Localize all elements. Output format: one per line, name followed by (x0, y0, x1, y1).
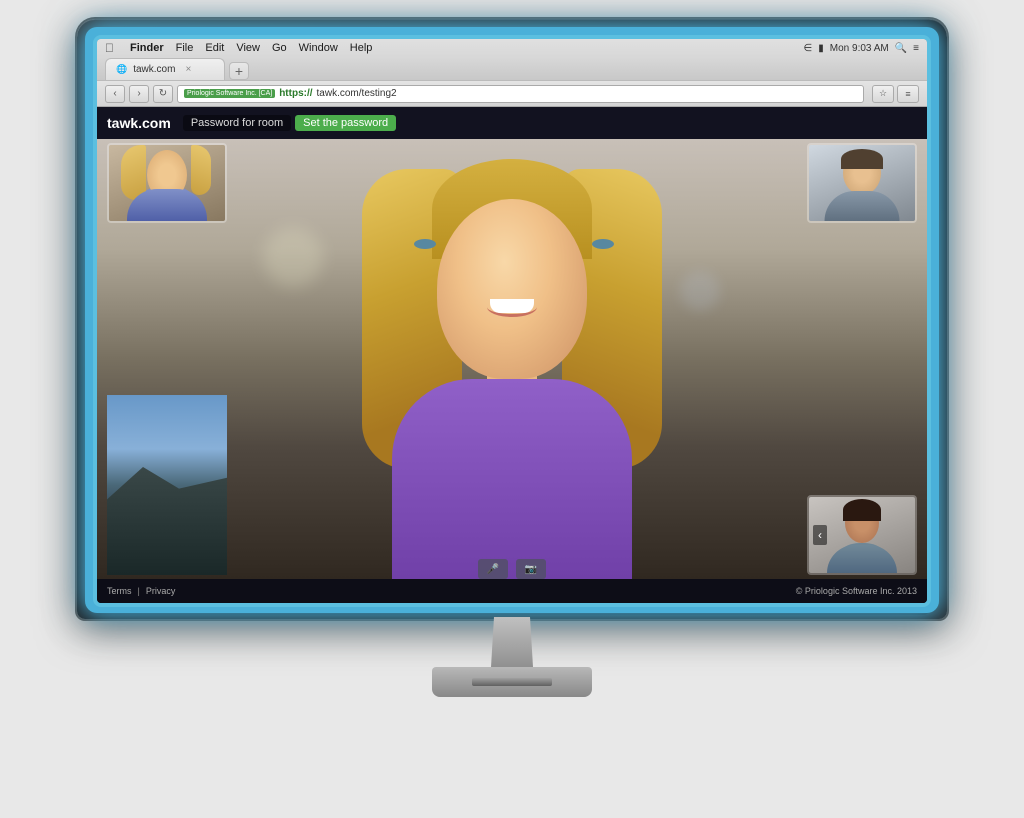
participant-2-video (809, 145, 915, 221)
footer-pipe: | (138, 586, 140, 596)
file-menu[interactable]: File (176, 42, 194, 54)
refresh-button[interactable]: ↻ (153, 85, 173, 103)
tab-favicon: 🌐 (116, 64, 127, 75)
apple-logo-icon:  (105, 41, 114, 55)
address-url: tawk.com/testing2 (317, 88, 397, 99)
tab-close-button[interactable]: × (185, 64, 191, 75)
thumbnail-top-right (807, 143, 917, 223)
wifi-icon: ∈ (804, 43, 813, 54)
face (437, 199, 587, 379)
ssl-badge: Priologic Software Inc. [CA] (184, 89, 275, 98)
menu-bar:  Finder File Edit View Go Window Help ∈… (97, 39, 927, 57)
finder-menu[interactable]: Finder (130, 42, 164, 54)
monitor-stand (452, 617, 572, 697)
terms-link[interactable]: Terms (107, 586, 132, 596)
thumbnail-bottom-right: ‹ (807, 495, 917, 575)
main-person-figure (342, 149, 682, 579)
help-menu[interactable]: Help (350, 42, 373, 54)
extensions-button[interactable]: ≡ (897, 85, 919, 103)
back-button[interactable]: ‹ (105, 85, 125, 103)
bokeh-1 (263, 227, 323, 287)
stand-base (432, 667, 592, 697)
menu-icon[interactable]: ≡ (913, 43, 919, 54)
password-label: Password for room (183, 115, 291, 131)
speaker-dot (501, 609, 503, 611)
copyright-text: © Priologic Software Inc. 2013 (796, 586, 917, 596)
view-menu[interactable]: View (236, 42, 260, 54)
forward-button[interactable]: › (129, 85, 149, 103)
screen-container:  Finder File Edit View Go Window Help ∈… (93, 35, 931, 607)
video-bottom-bar: Terms | Privacy © Priologic Software Inc… (97, 579, 927, 603)
mouth (487, 297, 537, 317)
go-menu[interactable]: Go (272, 42, 287, 54)
browser-chrome:  Finder File Edit View Go Window Help ∈… (97, 39, 927, 107)
body (392, 379, 632, 579)
mic-button[interactable]: 🎤 (478, 559, 508, 579)
thumbnail-nav-left[interactable]: ‹ (813, 525, 827, 545)
edit-menu[interactable]: Edit (205, 42, 224, 54)
clock: Mon 9:03 AM (830, 43, 889, 54)
stand-neck (482, 617, 542, 667)
https-text: https:// (279, 88, 312, 99)
eye-left (414, 239, 436, 249)
app-logo: tawk.com (107, 115, 171, 131)
address-bar: ‹ › ↻ Priologic Software Inc. [CA] https… (97, 80, 927, 106)
tab-title: tawk.com (133, 64, 175, 75)
bokeh-2 (680, 271, 720, 311)
address-input[interactable]: Priologic Software Inc. [CA] https:// ta… (177, 85, 864, 103)
stand-base-detail (472, 678, 552, 686)
video-area: tawk.com Password for room Set the passw… (97, 107, 927, 603)
set-password-button[interactable]: Set the password (295, 115, 396, 131)
participant-1-video (109, 145, 225, 221)
eye-right (592, 239, 614, 249)
window-menu[interactable]: Window (299, 42, 338, 54)
speaker-dots (501, 609, 523, 611)
landscape-thumbnail (107, 395, 227, 575)
speaker-dot (506, 609, 508, 611)
video-controls: 🎤 📷 (478, 559, 546, 579)
camera-button[interactable]: 📷 (516, 559, 546, 579)
speaker-dot (511, 609, 513, 611)
thumbnail-top-left (107, 143, 227, 223)
bookmark-button[interactable]: ☆ (872, 85, 894, 103)
battery-icon: ▮ (818, 43, 824, 54)
speaker-dot (521, 609, 523, 611)
system-icons: ∈ ▮ Mon 9:03 AM 🔍 ≡ (804, 43, 919, 54)
app-top-bar: tawk.com Password for room Set the passw… (97, 107, 927, 139)
footer-links: Terms | Privacy (107, 586, 175, 596)
speaker-dot (516, 609, 518, 611)
search-icon[interactable]: 🔍 (895, 43, 907, 54)
browser-actions: ☆ ≡ (872, 85, 919, 103)
monitor-wrapper:  Finder File Edit View Go Window Help ∈… (52, 19, 972, 799)
landscape-scene (107, 395, 227, 575)
active-tab[interactable]: 🌐 tawk.com × (105, 58, 225, 80)
new-tab-button[interactable]: + (229, 62, 249, 80)
tabs-area: 🌐 tawk.com × + (97, 57, 927, 80)
privacy-link[interactable]: Privacy (146, 586, 176, 596)
monitor-bezel:  Finder File Edit View Go Window Help ∈… (77, 19, 947, 619)
